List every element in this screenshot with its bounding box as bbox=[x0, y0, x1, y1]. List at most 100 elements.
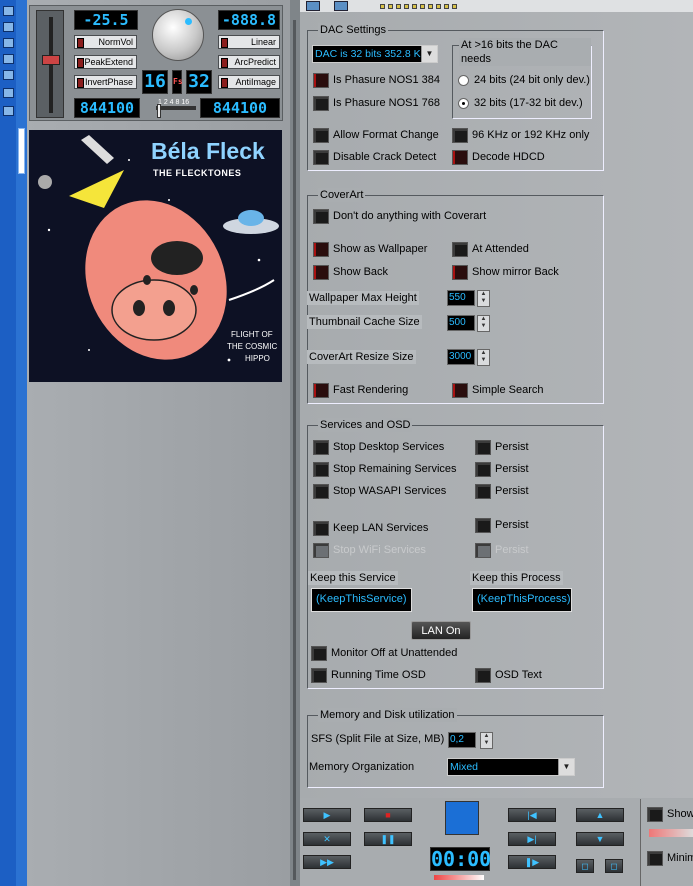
sfs-input[interactable]: 0,2 bbox=[448, 732, 476, 748]
album-cover: Béla Fleck THE FLECKTONES FLIGHT OF THE … bbox=[29, 130, 282, 382]
resize-size-input[interactable]: 3000 bbox=[447, 349, 475, 365]
keep-process-label: Keep this Process bbox=[470, 571, 563, 585]
stop-desktop-checkbox[interactable]: Stop Desktop Services bbox=[309, 439, 444, 455]
indicator-icon bbox=[412, 4, 417, 9]
thumbnail-cache-spinner[interactable]: ▲ ▼ bbox=[477, 315, 490, 332]
show-back-checkbox[interactable]: Show Back bbox=[309, 264, 388, 280]
minimize-checkbox[interactable]: Minim bbox=[643, 850, 693, 866]
keep-process-input[interactable]: (KeepThisProcess) bbox=[472, 588, 572, 612]
dac-needs-title: At >16 bits the DAC needs bbox=[459, 38, 591, 66]
radio-24bits[interactable]: 24 bits (24 bit only dev.) bbox=[456, 73, 590, 87]
stop-button[interactable]: ■ bbox=[364, 808, 412, 822]
bits-left-display: 16 bbox=[142, 70, 168, 94]
dac-combo-value: DAC is 32 bits 352.8 K bbox=[315, 48, 421, 60]
skip-button[interactable]: ▶▶ bbox=[303, 855, 351, 869]
show-wallpaper-checkbox[interactable]: Show as Wallpaper bbox=[309, 241, 427, 257]
thumbnail-cache-input[interactable]: 500 bbox=[447, 315, 475, 331]
play-button[interactable]: ▶ bbox=[303, 808, 351, 822]
app-icon[interactable] bbox=[3, 38, 14, 48]
app-icon[interactable] bbox=[3, 70, 14, 80]
chevron-down-icon[interactable]: ▼ bbox=[421, 46, 437, 62]
vertical-scrollbar[interactable] bbox=[16, 0, 27, 886]
peakextend-button[interactable]: PeakExtend bbox=[74, 55, 137, 69]
thumbnail-cache-label: Thumbnail Cache Size bbox=[307, 315, 422, 329]
cover-artist: Béla Fleck bbox=[151, 138, 265, 164]
show-checkbox[interactable]: Show bbox=[643, 806, 693, 822]
screen-icon[interactable]: ◻ bbox=[605, 859, 623, 873]
invertphase-button[interactable]: InvertPhase bbox=[74, 75, 137, 89]
persist-wasapi-checkbox[interactable]: Persist bbox=[471, 483, 529, 499]
app-icon[interactable] bbox=[3, 106, 14, 116]
wallpaper-max-height-input[interactable]: 550 bbox=[447, 290, 475, 306]
stop-remaining-checkbox[interactable]: Stop Remaining Services bbox=[309, 461, 457, 477]
up-button[interactable]: ▲ bbox=[576, 808, 624, 822]
scroll-thumb[interactable] bbox=[18, 128, 25, 174]
pause-button[interactable]: ❚❚ bbox=[364, 832, 412, 846]
toolbar-icon[interactable] bbox=[306, 1, 320, 11]
app-icon[interactable] bbox=[3, 22, 14, 32]
bit-slider-thumb[interactable] bbox=[157, 104, 161, 118]
decode-hdcd-checkbox[interactable]: Decode HDCD bbox=[448, 149, 545, 165]
splitter[interactable] bbox=[290, 0, 300, 886]
toolbar-icon[interactable] bbox=[334, 1, 348, 11]
khz-only-checkbox[interactable]: 96 KHz or 192 KHz only bbox=[448, 127, 589, 143]
indicator-icon bbox=[404, 4, 409, 9]
volume-slider-knob[interactable] bbox=[42, 55, 60, 65]
disable-crack-checkbox[interactable]: Disable Crack Detect bbox=[309, 149, 436, 165]
volume-display: -25.5 bbox=[74, 10, 138, 30]
stop-wifi-checkbox[interactable]: Stop WiFi Services bbox=[309, 542, 426, 558]
persist-wifi-checkbox[interactable]: Persist bbox=[471, 542, 529, 558]
cover-band: THE FLECKTONES bbox=[153, 168, 242, 178]
position-slider[interactable] bbox=[434, 875, 484, 880]
persist-desktop-checkbox[interactable]: Persist bbox=[471, 439, 529, 455]
dont-coverart-checkbox[interactable]: Don't do anything with Coverart bbox=[309, 208, 486, 224]
osd-text-checkbox[interactable]: OSD Text bbox=[471, 667, 542, 683]
previous-button[interactable]: |◀ bbox=[508, 808, 556, 822]
resize-size-spinner[interactable]: ▲ ▼ bbox=[477, 349, 490, 366]
wallpaper-max-height-spinner[interactable]: ▲ ▼ bbox=[477, 290, 490, 307]
next-button[interactable]: ▶| bbox=[508, 832, 556, 846]
top-toolbar bbox=[300, 0, 693, 12]
show-mirror-back-checkbox[interactable]: Show mirror Back bbox=[448, 264, 559, 280]
antiimage-button[interactable]: AntiImage bbox=[218, 75, 280, 89]
app-icon[interactable] bbox=[3, 54, 14, 64]
sfs-spinner[interactable]: ▲ ▼ bbox=[480, 732, 493, 749]
linear-button[interactable]: Linear bbox=[218, 35, 280, 49]
arcpredict-button[interactable]: ArcPredict bbox=[218, 55, 280, 69]
waveform-icon bbox=[445, 801, 479, 835]
volume-slider[interactable] bbox=[36, 10, 64, 118]
simple-search-checkbox[interactable]: Simple Search bbox=[448, 382, 544, 398]
chevron-down-icon[interactable]: ▼ bbox=[558, 759, 574, 775]
shuffle-button[interactable]: ✕ bbox=[303, 832, 351, 846]
right-slider[interactable] bbox=[649, 829, 693, 837]
cover-title-line3: HIPPO bbox=[245, 354, 270, 363]
fast-rendering-checkbox[interactable]: Fast Rendering bbox=[309, 382, 408, 398]
resize-size-label: CoverArt Resize Size bbox=[307, 350, 416, 364]
window-icon[interactable]: ◻ bbox=[576, 859, 594, 873]
keep-service-input[interactable]: (KeepThisService) bbox=[311, 588, 412, 612]
rate-right-display: 844100 bbox=[200, 98, 280, 118]
memory-org-combo[interactable]: Mixed ▼ bbox=[447, 758, 575, 776]
bit-slider[interactable] bbox=[156, 106, 196, 110]
app-icon[interactable] bbox=[3, 88, 14, 98]
allow-format-change-checkbox[interactable]: Allow Format Change bbox=[309, 127, 439, 143]
dac-combo[interactable]: DAC is 32 bits 352.8 K ▼ bbox=[312, 45, 438, 63]
lan-on-button[interactable]: LAN On bbox=[411, 621, 471, 640]
right-display: -888.8 bbox=[218, 10, 280, 30]
at-attended-checkbox[interactable]: At Attended bbox=[448, 241, 529, 257]
monitor-off-checkbox[interactable]: Monitor Off at Unattended bbox=[307, 645, 457, 661]
memory-group: Memory and Disk utilization bbox=[307, 708, 604, 788]
running-osd-checkbox[interactable]: Running Time OSD bbox=[307, 667, 426, 683]
phasure-384-checkbox[interactable]: Is Phasure NOS1 384 bbox=[309, 72, 440, 88]
persist-lan-checkbox[interactable]: Persist bbox=[471, 517, 529, 533]
normvol-button[interactable]: NormVol bbox=[74, 35, 137, 49]
volume-knob[interactable] bbox=[152, 9, 204, 61]
down-button[interactable]: ▼ bbox=[576, 832, 624, 846]
keep-lan-checkbox[interactable]: Keep LAN Services bbox=[309, 520, 428, 536]
app-icon[interactable] bbox=[3, 6, 14, 16]
persist-remaining-checkbox[interactable]: Persist bbox=[471, 461, 529, 477]
fast-forward-button[interactable]: ❚▶ bbox=[508, 855, 556, 869]
stop-wasapi-checkbox[interactable]: Stop WASAPI Services bbox=[309, 483, 446, 499]
radio-32bits[interactable]: 32 bits (17-32 bit dev.) bbox=[456, 96, 583, 110]
phasure-768-checkbox[interactable]: Is Phasure NOS1 768 bbox=[309, 95, 440, 111]
